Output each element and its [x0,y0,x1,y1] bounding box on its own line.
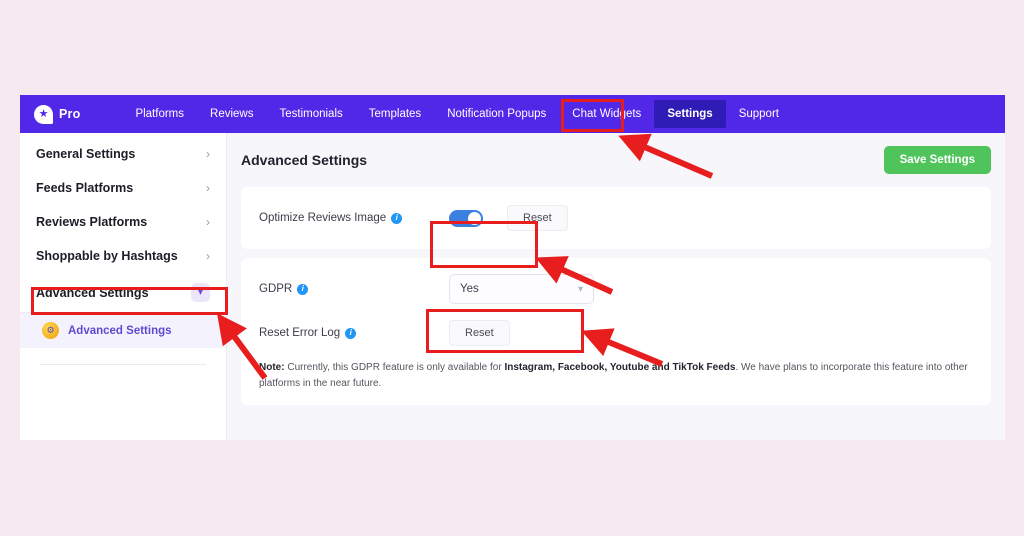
optimize-reviews-image-card: Optimize Reviews Image i Reset [241,187,991,249]
reset-error-log-row: Reset Error Log i Reset [259,320,973,346]
save-settings-button[interactable]: Save Settings [883,146,991,174]
gdpr-controls: Yes ▾ [449,274,594,304]
gdpr-note: Note: Currently, this GDPR feature is on… [259,360,973,391]
star-bubble-icon: ★ [34,104,53,124]
nav-item-reviews[interactable]: Reviews [197,100,266,128]
sidebar-item-general-settings[interactable]: General Settings › [20,137,226,171]
gdpr-label: GDPR [259,283,293,295]
reset-error-log-label-group: Reset Error Log i [259,327,449,339]
nav-item-support[interactable]: Support [726,100,792,128]
row-spacer [259,304,973,320]
sidebar-item-label: General Settings [36,147,136,161]
chevron-right-icon: › [206,215,210,229]
chevron-down-icon: ▾ [191,283,210,302]
chevron-right-icon: › [206,181,210,195]
info-icon[interactable]: i [345,327,357,339]
nav-item-testimonials[interactable]: Testimonials [266,100,355,128]
nav-item-platforms[interactable]: Platforms [122,100,197,128]
app-window: ★ Pro Platforms Reviews Testimonials Tem… [20,95,1005,440]
sidebar-divider [40,364,206,365]
brand-logo[interactable]: ★ Pro [34,104,81,124]
main-header: Advanced Settings Save Settings [241,133,991,187]
sidebar-item-advanced-settings[interactable]: Advanced Settings ▾ [20,273,226,312]
reset-error-log-controls: Reset [449,320,510,346]
optimize-reviews-image-controls: Reset [449,205,568,231]
sidebar-item-label: Feeds Platforms [36,181,134,195]
sidebar-subitem-label: Advanced Settings [68,324,172,337]
app-body: General Settings › Feeds Platforms › Rev… [20,133,1005,440]
info-icon[interactable]: i [297,283,309,295]
sidebar-item-label: Reviews Platforms [36,215,148,229]
nav-items: Platforms Reviews Testimonials Templates… [122,100,792,128]
gdpr-note-prefix: Note: [259,362,285,373]
nav-item-templates[interactable]: Templates [356,100,434,128]
sidebar-item-label: Shoppable by Hashtags [36,249,178,263]
gdpr-label-group: GDPR i [259,283,449,295]
gdpr-card: GDPR i Yes ▾ Reset Error Log i Reset Not… [241,258,991,405]
gdpr-note-platforms: Instagram, Facebook, Youtube and TikTok … [504,362,736,373]
sidebar: General Settings › Feeds Platforms › Rev… [20,133,227,440]
nav-item-chat-widgets[interactable]: Chat Widgets [559,100,654,128]
brand-label: Pro [59,107,81,121]
chevron-down-icon: ▾ [577,283,583,295]
main-content: Advanced Settings Save Settings Optimize… [227,133,1005,440]
chevron-right-icon: › [206,249,210,263]
info-icon[interactable]: i [391,212,403,224]
nav-item-notification-popups[interactable]: Notification Popups [434,100,559,128]
optimize-reviews-image-reset-button[interactable]: Reset [507,205,568,231]
reset-error-log-button[interactable]: Reset [449,320,510,346]
sidebar-item-feeds-platforms[interactable]: Feeds Platforms › [20,171,226,205]
page-title: Advanced Settings [241,152,368,168]
optimize-reviews-image-label: Optimize Reviews Image [259,212,387,224]
optimize-reviews-image-row: Optimize Reviews Image i Reset [259,205,973,231]
chevron-right-icon: › [206,147,210,161]
gdpr-select[interactable]: Yes ▾ [449,274,594,304]
advanced-settings-badge-icon: ⚙ [42,322,59,339]
optimize-reviews-image-label-group: Optimize Reviews Image i [259,212,449,224]
gdpr-select-value: Yes [460,283,479,295]
sidebar-item-label: Advanced Settings [36,285,149,300]
sidebar-subitem-advanced-settings[interactable]: ⚙ Advanced Settings [20,312,226,348]
gdpr-row: GDPR i Yes ▾ [259,274,973,304]
reset-error-log-label: Reset Error Log [259,327,341,339]
sidebar-item-shoppable-by-hashtags[interactable]: Shoppable by Hashtags › [20,239,226,273]
gdpr-note-text-before: Currently, this GDPR feature is only ava… [284,362,505,373]
toggle-knob [468,211,481,225]
nav-item-settings[interactable]: Settings [654,100,726,128]
top-navigation-bar: ★ Pro Platforms Reviews Testimonials Tem… [20,95,1005,133]
sidebar-item-reviews-platforms[interactable]: Reviews Platforms › [20,205,226,239]
optimize-reviews-image-toggle[interactable] [449,209,483,227]
